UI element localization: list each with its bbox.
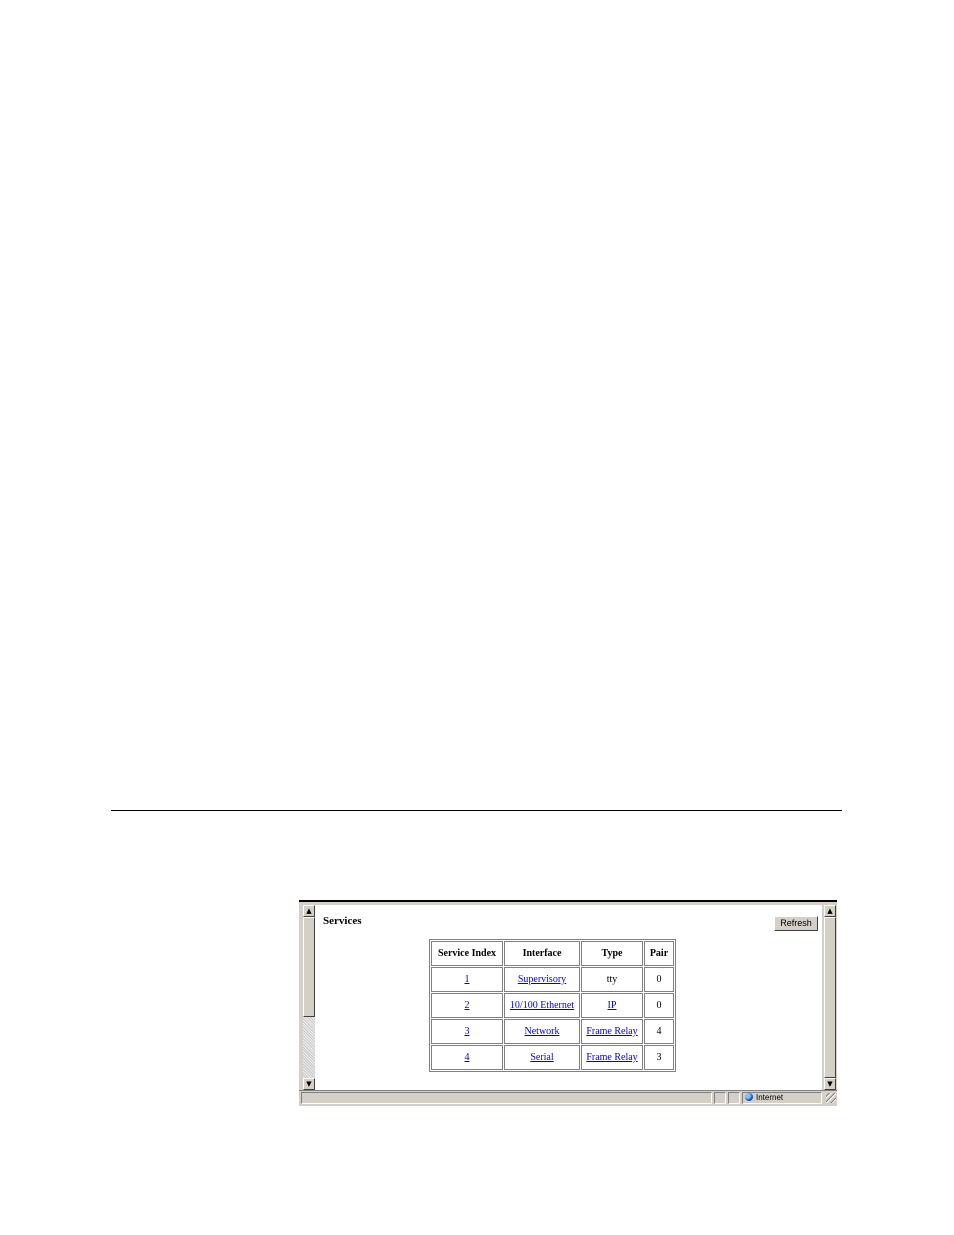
header-type: Type [581, 941, 643, 966]
header-interface: Interface [504, 941, 580, 966]
pair-cell: 0 [644, 993, 674, 1018]
status-panel-progress [714, 1092, 726, 1104]
pair-cell: 3 [644, 1045, 674, 1070]
interface-cell: Network [504, 1019, 580, 1044]
status-zone-panel: Internet [742, 1092, 822, 1104]
table-row: 2 10/100 Ethernet IP 0 [431, 993, 674, 1018]
interface-link[interactable]: Serial [530, 1052, 553, 1063]
page-divider-rule [111, 810, 842, 811]
header-pair: Pair [644, 941, 674, 966]
service-index-cell: 1 [431, 967, 503, 992]
right-scrollbar-thumb[interactable] [824, 917, 836, 1078]
interface-cell: Serial [504, 1045, 580, 1070]
interface-cell: 10/100 Ethernet [504, 993, 580, 1018]
service-index-link[interactable]: 4 [465, 1052, 470, 1063]
zone-label: Internet [756, 1093, 784, 1102]
service-index-link[interactable]: 2 [465, 1000, 470, 1011]
service-index-cell: 3 [431, 1019, 503, 1044]
interface-cell: Supervisory [504, 967, 580, 992]
browser-window: ▲ ▼ Services Refresh Service Index Inter… [299, 900, 837, 1106]
status-panel-security [728, 1092, 740, 1104]
page-content: Services Refresh Service Index Interface… [315, 905, 822, 1090]
interface-link[interactable]: Supervisory [518, 974, 566, 985]
scroll-down-arrow-icon[interactable]: ▼ [303, 1078, 315, 1090]
status-bar: Internet [299, 1090, 837, 1106]
table-row: 4 Serial Frame Relay 3 [431, 1045, 674, 1070]
scroll-up-arrow-icon[interactable]: ▲ [824, 905, 836, 917]
service-index-cell: 4 [431, 1045, 503, 1070]
type-link[interactable]: Frame Relay [586, 1052, 637, 1063]
right-scrollbar[interactable]: ▲ ▼ [824, 905, 836, 1090]
type-cell: IP [581, 993, 643, 1018]
type-link[interactable]: IP [608, 1000, 617, 1011]
scroll-up-arrow-icon[interactable]: ▲ [303, 905, 315, 917]
header-service-index: Service Index [431, 941, 503, 966]
table-header-row: Service Index Interface Type Pair [431, 941, 674, 966]
globe-icon [745, 1093, 753, 1101]
refresh-button[interactable]: Refresh [774, 916, 818, 931]
service-index-link[interactable]: 3 [465, 1026, 470, 1037]
pair-cell: 4 [644, 1019, 674, 1044]
type-cell: tty [581, 967, 643, 992]
table-row: 1 Supervisory tty 0 [431, 967, 674, 992]
services-table: Service Index Interface Type Pair 1 Supe… [429, 939, 676, 1072]
service-index-cell: 2 [431, 993, 503, 1018]
status-text-panel [301, 1092, 712, 1104]
type-link[interactable]: Frame Relay [586, 1026, 637, 1037]
scroll-down-arrow-icon[interactable]: ▼ [824, 1078, 836, 1090]
type-cell: Frame Relay [581, 1019, 643, 1044]
service-index-link[interactable]: 1 [465, 974, 470, 985]
pair-cell: 0 [644, 967, 674, 992]
resize-grip-icon[interactable] [826, 1093, 836, 1103]
interface-link[interactable]: Network [525, 1026, 560, 1037]
table-row: 3 Network Frame Relay 4 [431, 1019, 674, 1044]
interface-link[interactable]: 10/100 Ethernet [510, 1000, 574, 1011]
type-cell: Frame Relay [581, 1045, 643, 1070]
page-title: Services [323, 915, 362, 927]
left-scrollbar-thumb[interactable] [303, 917, 315, 1017]
left-scrollbar[interactable]: ▲ ▼ [303, 905, 315, 1090]
